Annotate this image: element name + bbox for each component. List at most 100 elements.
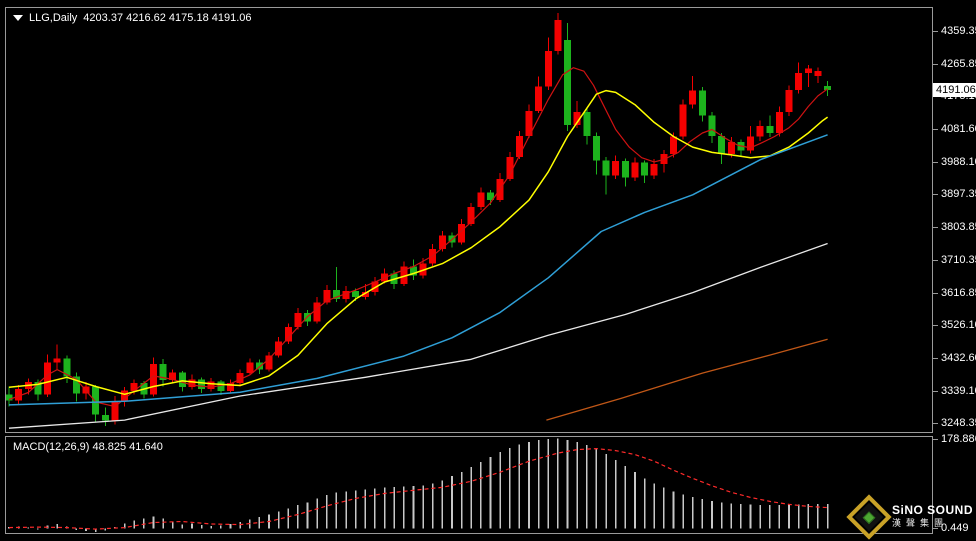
macd-histogram-bar bbox=[788, 505, 790, 529]
macd-histogram-bar bbox=[663, 487, 665, 528]
macd-histogram-bar bbox=[750, 505, 752, 529]
candle-body bbox=[593, 136, 600, 161]
candle-body bbox=[554, 20, 561, 51]
candle-body bbox=[814, 71, 821, 76]
candle-body bbox=[757, 126, 764, 137]
candle-body bbox=[179, 372, 186, 387]
macd-histogram-bar bbox=[653, 483, 655, 528]
macd-histogram-bar bbox=[239, 522, 241, 529]
axis-tick bbox=[933, 423, 938, 424]
macd-histogram-bar bbox=[153, 517, 155, 529]
macd-histogram-bar bbox=[288, 509, 290, 529]
macd-axis-label: 178.886 bbox=[941, 433, 976, 445]
ma-mid-yellow bbox=[9, 91, 828, 395]
macd-histogram-bar bbox=[519, 445, 521, 529]
candlestick-chart[interactable] bbox=[6, 8, 931, 431]
axis-tick bbox=[933, 358, 938, 359]
axis-tick bbox=[933, 325, 938, 326]
macd-histogram-bar bbox=[393, 487, 395, 529]
candle-body bbox=[622, 161, 629, 177]
price-axis-label: 4081.60 bbox=[941, 123, 976, 135]
symbol-header: LLG,Daily 4203.37 4216.62 4175.18 4191.0… bbox=[13, 12, 252, 24]
candle-body bbox=[583, 112, 590, 136]
macd-histogram-bar bbox=[673, 491, 675, 528]
macd-label: MACD(12,26,9) 48.825 41.640 bbox=[13, 441, 163, 453]
macd-signal-line bbox=[9, 449, 828, 529]
axis-tick bbox=[933, 439, 938, 440]
axis-tick bbox=[933, 129, 938, 130]
candle-body bbox=[795, 73, 802, 90]
candle-body bbox=[54, 358, 61, 362]
macd-histogram-bar bbox=[230, 524, 232, 529]
price-axis-label: 3897.35 bbox=[941, 188, 976, 200]
candle-body bbox=[718, 136, 725, 154]
axis-tick bbox=[933, 194, 938, 195]
macd-histogram-bar bbox=[326, 495, 328, 529]
macd-histogram-bar bbox=[586, 445, 588, 528]
candle-body bbox=[44, 363, 51, 395]
candle-body bbox=[352, 291, 359, 297]
candle-body bbox=[766, 126, 773, 133]
price-axis-label: 3339.10 bbox=[941, 385, 976, 397]
price-axis-label: 4359.35 bbox=[941, 25, 976, 37]
macd-histogram-bar bbox=[432, 483, 434, 528]
macd-histogram-bar bbox=[316, 498, 318, 528]
macd-histogram-bar bbox=[711, 501, 713, 529]
macd-histogram-bar bbox=[605, 454, 607, 528]
candle-body bbox=[189, 379, 196, 387]
macd-histogram-bar bbox=[682, 494, 684, 528]
candle-body bbox=[641, 163, 648, 176]
macd-histogram-bar bbox=[470, 467, 472, 528]
macd-histogram-bar bbox=[480, 462, 482, 528]
macd-histogram-bar bbox=[365, 489, 367, 528]
macd-histogram-bar bbox=[28, 528, 30, 529]
macd-histogram-bar bbox=[297, 505, 299, 529]
macd-histogram-bar bbox=[191, 524, 193, 529]
price-chart-panel: LLG,Daily 4203.37 4216.62 4175.18 4191.0… bbox=[5, 7, 933, 433]
candle-body bbox=[266, 355, 273, 369]
macd-histogram-bar bbox=[827, 504, 829, 529]
macd-histogram-bar bbox=[490, 457, 492, 528]
macd-histogram-bar bbox=[615, 460, 617, 528]
macd-histogram-bar bbox=[779, 505, 781, 529]
macd-histogram-bar bbox=[307, 502, 309, 528]
candle-body bbox=[131, 383, 138, 391]
price-axis-label: 3710.35 bbox=[941, 254, 976, 266]
ma-slowest-orange bbox=[546, 339, 827, 420]
macd-histogram-bar bbox=[76, 529, 78, 531]
macd-histogram-bar bbox=[37, 529, 39, 530]
candle-body bbox=[314, 303, 321, 322]
candle-body bbox=[564, 40, 571, 125]
macd-histogram-bar bbox=[740, 504, 742, 528]
macd-histogram-bar bbox=[509, 448, 511, 528]
axis-tick bbox=[933, 260, 938, 261]
price-axis-label: 3526.10 bbox=[941, 319, 976, 331]
price-axis-label: 3616.85 bbox=[941, 287, 976, 299]
macd-histogram-bar bbox=[798, 504, 800, 528]
candle-body bbox=[246, 363, 253, 374]
macd-histogram-bar bbox=[259, 517, 261, 529]
candle-body bbox=[545, 51, 552, 86]
price-axis-label: 3248.35 bbox=[941, 417, 976, 429]
price-axis-label: 4265.85 bbox=[941, 58, 976, 70]
macd-histogram-bar bbox=[210, 526, 212, 529]
macd-histogram-bar bbox=[538, 440, 540, 529]
macd-histogram-bar bbox=[56, 524, 58, 529]
macd-histogram-bar bbox=[278, 512, 280, 529]
macd-histogram-bar bbox=[557, 439, 559, 529]
macd-histogram-bar bbox=[355, 490, 357, 528]
candle-body bbox=[612, 161, 619, 175]
chevron-down-icon[interactable] bbox=[13, 15, 23, 21]
macd-histogram-bar bbox=[413, 486, 415, 529]
candle-body bbox=[102, 415, 109, 421]
macd-histogram-bar bbox=[345, 491, 347, 528]
macd-histogram-bar bbox=[731, 503, 733, 528]
macd-histogram-bar bbox=[759, 505, 761, 529]
candle-body bbox=[805, 69, 812, 73]
macd-histogram-bar bbox=[162, 519, 164, 529]
watermark-subtitle: 漢聲集團 bbox=[892, 518, 973, 529]
macd-histogram-bar bbox=[576, 442, 578, 529]
candle-body bbox=[150, 364, 157, 394]
candle-body bbox=[92, 387, 99, 415]
ma-slow-blue bbox=[9, 135, 828, 405]
